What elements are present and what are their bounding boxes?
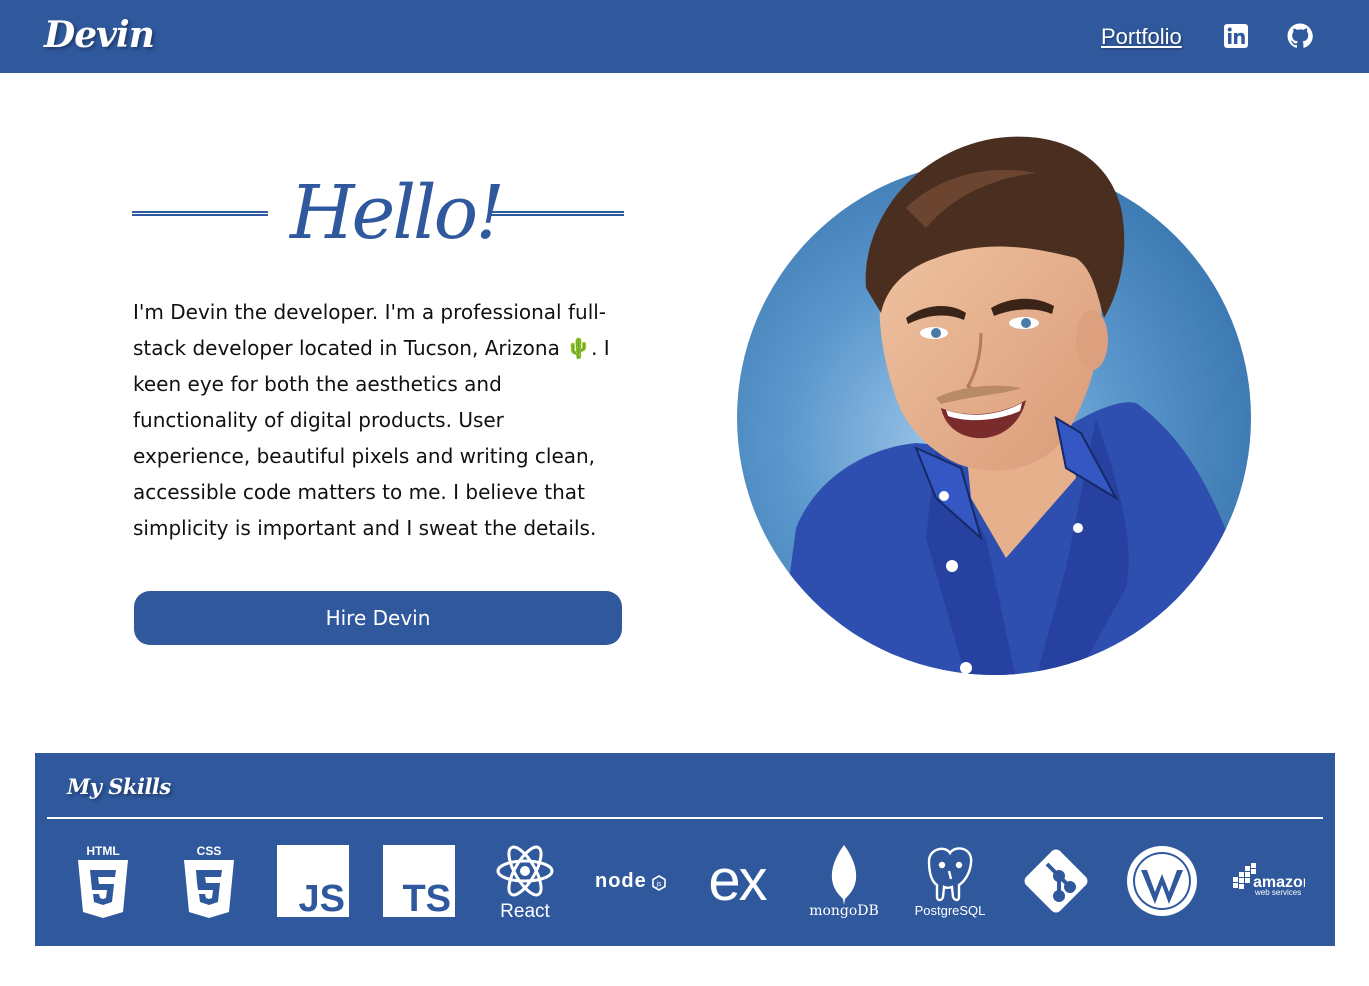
react-icon: React bbox=[493, 841, 557, 921]
cactus-icon: 🌵 bbox=[566, 336, 592, 360]
mongodb-label: mongoDB bbox=[809, 903, 879, 919]
css3-label: CSS bbox=[197, 844, 222, 858]
nodejs-icon: node js bbox=[595, 841, 667, 921]
aws-icon: amazon web services bbox=[1231, 841, 1305, 921]
mongodb-icon: mongoDB bbox=[805, 841, 883, 921]
nodejs-label: node bbox=[595, 870, 647, 892]
linkedin-icon[interactable] bbox=[1223, 23, 1249, 49]
javascript-label: JS bbox=[299, 878, 345, 917]
postgresql-label: PostgreSQL bbox=[915, 903, 986, 918]
html5-label: HTML bbox=[86, 844, 119, 858]
express-icon: ex bbox=[699, 841, 775, 921]
wordpress-icon bbox=[1125, 841, 1199, 921]
intro-text-part1: I'm Devin the developer. I'm a professio… bbox=[133, 300, 607, 360]
site-logo[interactable]: Devin bbox=[44, 14, 155, 56]
aws-sub-label: web services bbox=[1254, 888, 1301, 897]
typescript-icon: TS bbox=[383, 841, 455, 921]
nav-link-portfolio[interactable]: Portfolio bbox=[1101, 24, 1182, 50]
postgresql-icon: PostgreSQL bbox=[909, 841, 991, 921]
site-header: Devin Portfolio bbox=[0, 0, 1369, 73]
decorative-line bbox=[488, 211, 624, 216]
skills-divider bbox=[47, 817, 1323, 819]
skills-title: My Skills bbox=[67, 774, 171, 799]
decorative-line bbox=[132, 211, 268, 216]
javascript-icon: JS bbox=[277, 841, 349, 921]
skills-section: My Skills HTML CSS JS TS React node js e… bbox=[35, 753, 1335, 946]
github-icon[interactable] bbox=[1287, 23, 1313, 49]
hello-heading: Hello! bbox=[290, 170, 505, 256]
react-label: React bbox=[500, 901, 550, 919]
typescript-label: TS bbox=[402, 878, 451, 917]
intro-paragraph: I'm Devin the developer. I'm a professio… bbox=[133, 294, 625, 546]
hello-heading-group: Hello! bbox=[132, 168, 624, 258]
svg-text:js: js bbox=[655, 881, 662, 888]
intro-text-part2: . I keen eye for both the aesthetics and… bbox=[133, 336, 610, 540]
css3-icon: CSS bbox=[181, 841, 237, 921]
git-icon bbox=[1019, 841, 1093, 921]
express-label: ex bbox=[708, 853, 767, 909]
hire-button[interactable]: Hire Devin bbox=[134, 591, 622, 645]
developer-avatar bbox=[736, 118, 1256, 678]
html5-icon: HTML bbox=[75, 841, 131, 921]
